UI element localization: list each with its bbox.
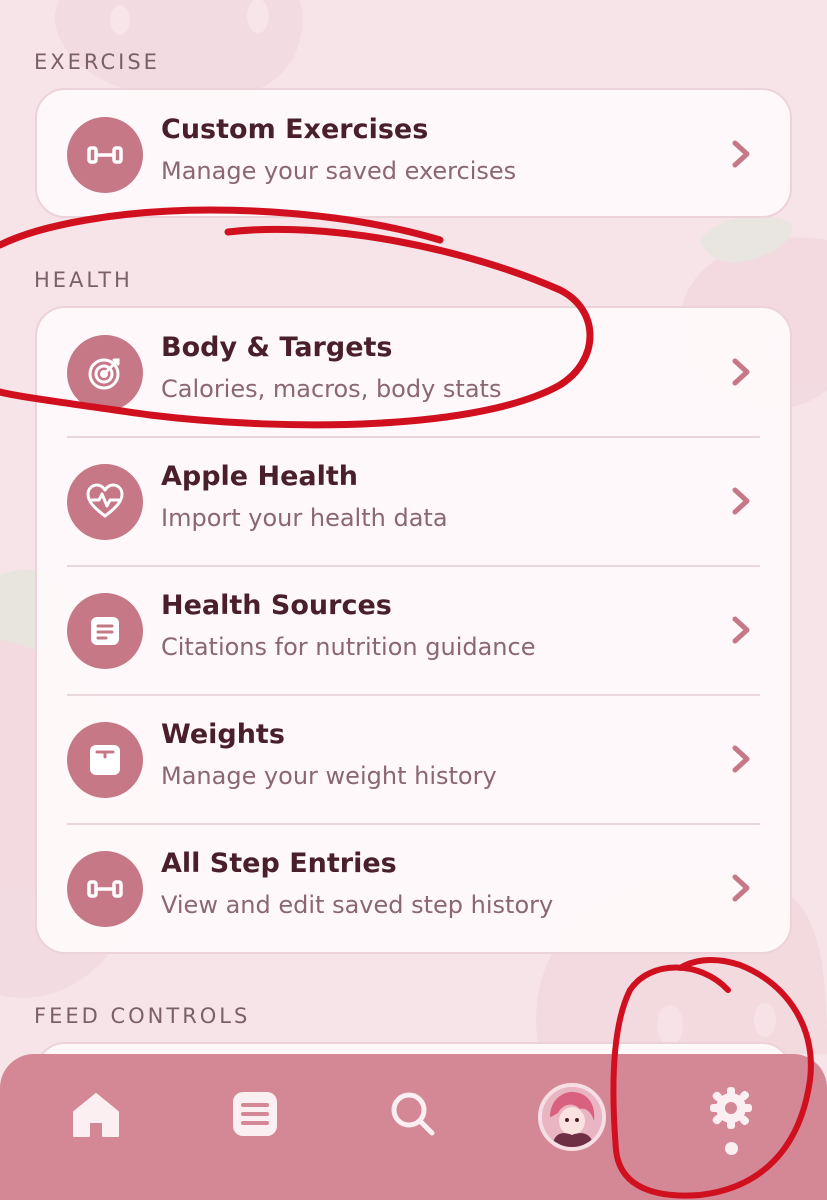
section-label-health: HEALTH: [34, 268, 133, 292]
avatar[interactable]: [538, 1083, 606, 1151]
document-icon: [67, 593, 143, 669]
row-title: Health Sources: [161, 590, 392, 621]
target-icon: [67, 335, 143, 411]
settings-row-custom-exercises[interactable]: Custom Exercises Manage your saved exerc…: [37, 90, 790, 216]
dumbbell-icon: [67, 117, 143, 193]
chevron-right-icon: [732, 140, 750, 168]
section-label-exercise: EXERCISE: [34, 50, 160, 74]
row-subtitle: Citations for nutrition guidance: [161, 633, 536, 661]
chevron-right-icon: [732, 616, 750, 644]
row-title: All Step Entries: [161, 848, 397, 879]
list-icon: [233, 1092, 277, 1136]
row-subtitle: Manage your weight history: [161, 762, 497, 790]
settings-screen: EXERCISE Custom Exercises Manage your sa…: [0, 0, 827, 1200]
chevron-right-icon: [732, 358, 750, 386]
settings-row-body-targets[interactable]: Body & Targets Calories, macros, body st…: [37, 308, 790, 437]
search-icon: [391, 1092, 435, 1136]
scale-icon: [67, 722, 143, 798]
exercise-card: Custom Exercises Manage your saved exerc…: [35, 88, 792, 218]
row-subtitle: Import your health data: [161, 504, 448, 532]
settings-row-all-step-entries[interactable]: All Step Entries View and edit saved ste…: [37, 824, 790, 952]
active-tab-indicator: [725, 1142, 738, 1155]
row-title: Apple Health: [161, 461, 359, 492]
tab-search[interactable]: [383, 1084, 443, 1144]
heart-pulse-icon: [67, 464, 143, 540]
tab-home[interactable]: [66, 1084, 126, 1144]
tab-log[interactable]: [225, 1084, 285, 1144]
row-subtitle: Manage your saved exercises: [161, 157, 517, 185]
chevron-right-icon: [732, 487, 750, 515]
settings-row-apple-health[interactable]: Apple Health Import your health data: [37, 437, 790, 566]
chevron-right-icon: [732, 874, 750, 902]
row-title: Custom Exercises: [161, 114, 429, 145]
home-icon: [73, 1093, 119, 1137]
row-subtitle: Calories, macros, body stats: [161, 375, 502, 403]
dumbbell-icon: [67, 851, 143, 927]
profile-avatar-image: [542, 1087, 602, 1147]
row-title: Body & Targets: [161, 332, 393, 363]
chevron-right-icon: [732, 745, 750, 773]
settings-row-weights[interactable]: Weights Manage your weight history: [37, 695, 790, 824]
row-subtitle: View and edit saved step history: [161, 891, 554, 919]
section-label-feed-controls: FEED CONTROLS: [34, 1004, 251, 1028]
tab-settings[interactable]: [700, 1084, 760, 1144]
health-card: Body & Targets Calories, macros, body st…: [35, 306, 792, 954]
gear-icon: [710, 1087, 752, 1129]
tab-bar: [0, 1054, 827, 1200]
settings-row-health-sources[interactable]: Health Sources Citations for nutrition g…: [37, 566, 790, 695]
row-title: Weights: [161, 719, 285, 750]
